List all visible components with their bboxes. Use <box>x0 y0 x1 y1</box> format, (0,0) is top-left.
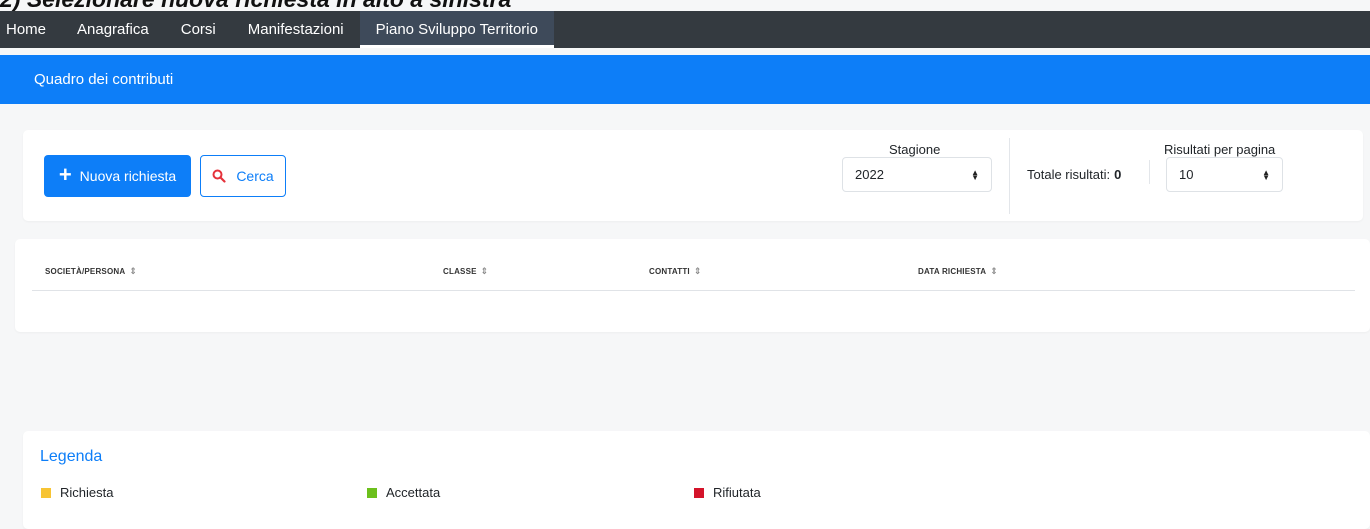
top-navbar: Home Anagrafica Corsi Manifestazioni Pia… <box>0 11 1370 48</box>
season-value: 2022 <box>855 167 884 182</box>
table-header-divider <box>32 290 1355 291</box>
totals-divider <box>1149 160 1150 184</box>
season-label: Stagione <box>889 142 941 157</box>
total-results-value: 0 <box>1114 167 1122 182</box>
column-header-classe[interactable]: CLASSE ⇕ <box>443 266 488 277</box>
legend-card: Legenda Richiesta Accettata Rifiutata <box>23 431 1370 529</box>
season-select[interactable]: 2022 ▲ ▼ <box>842 157 992 192</box>
page-size-value: 10 <box>1179 167 1194 182</box>
sort-icon: ⇕ <box>693 266 702 276</box>
search-label: Cerca <box>236 168 274 184</box>
nav-item-piano-sviluppo-territorio[interactable]: Piano Sviluppo Territorio <box>359 11 554 48</box>
filter-card: + Nuova richiesta Cerca Stagione 2022 ▲ ▼… <box>23 130 1363 221</box>
search-icon <box>212 169 226 183</box>
column-header-societa-persona[interactable]: SOCIETÀ/PERSONA ⇕ <box>45 266 137 277</box>
legend-item-accettata: Accettata <box>367 485 440 500</box>
sort-icon: ⇕ <box>480 266 489 276</box>
nav-item-anagrafica[interactable]: Anagrafica <box>61 11 165 48</box>
select-arrows-icon: ▲ ▼ <box>971 167 979 182</box>
new-request-button[interactable]: + Nuova richiesta <box>44 155 191 197</box>
nav-item-manifestazioni[interactable]: Manifestazioni <box>232 11 360 48</box>
column-header-data-richiesta[interactable]: DATA RICHIESTA ⇕ <box>918 266 998 277</box>
results-table: SOCIETÀ/PERSONA ⇕ CLASSE ⇕ CONTATTI ⇕ DA… <box>15 239 1370 332</box>
page-header-bar: Quadro dei contributi <box>0 55 1370 104</box>
select-arrows-icon: ▲ ▼ <box>1262 167 1270 182</box>
sort-icon: ⇕ <box>129 266 138 276</box>
legend-title: Legenda <box>40 448 103 465</box>
page-size-label: Risultati per pagina <box>1164 142 1276 157</box>
new-request-label: Nuova richiesta <box>79 168 177 184</box>
legend-item-richiesta: Richiesta <box>41 485 113 500</box>
nav-item-home[interactable]: Home <box>0 11 61 48</box>
search-button[interactable]: Cerca <box>200 155 286 197</box>
plus-icon: + <box>58 162 72 187</box>
legend-swatch <box>694 487 704 498</box>
sort-icon: ⇕ <box>990 266 999 276</box>
total-results-label: Totale risultati: <box>1027 167 1111 182</box>
nav-item-corsi[interactable]: Corsi <box>165 11 232 48</box>
legend-item-rifiutata: Rifiutata <box>694 485 761 500</box>
page-title: Quadro dei contributi <box>34 71 174 88</box>
legend-swatch <box>41 487 51 498</box>
filter-divider <box>1009 138 1010 214</box>
column-header-contatti[interactable]: CONTATTI ⇕ <box>649 266 702 277</box>
total-results: Totale risultati: 0 <box>1027 167 1121 182</box>
legend-swatch <box>367 487 377 498</box>
page-size-select[interactable]: 10 ▲ ▼ <box>1166 157 1283 192</box>
